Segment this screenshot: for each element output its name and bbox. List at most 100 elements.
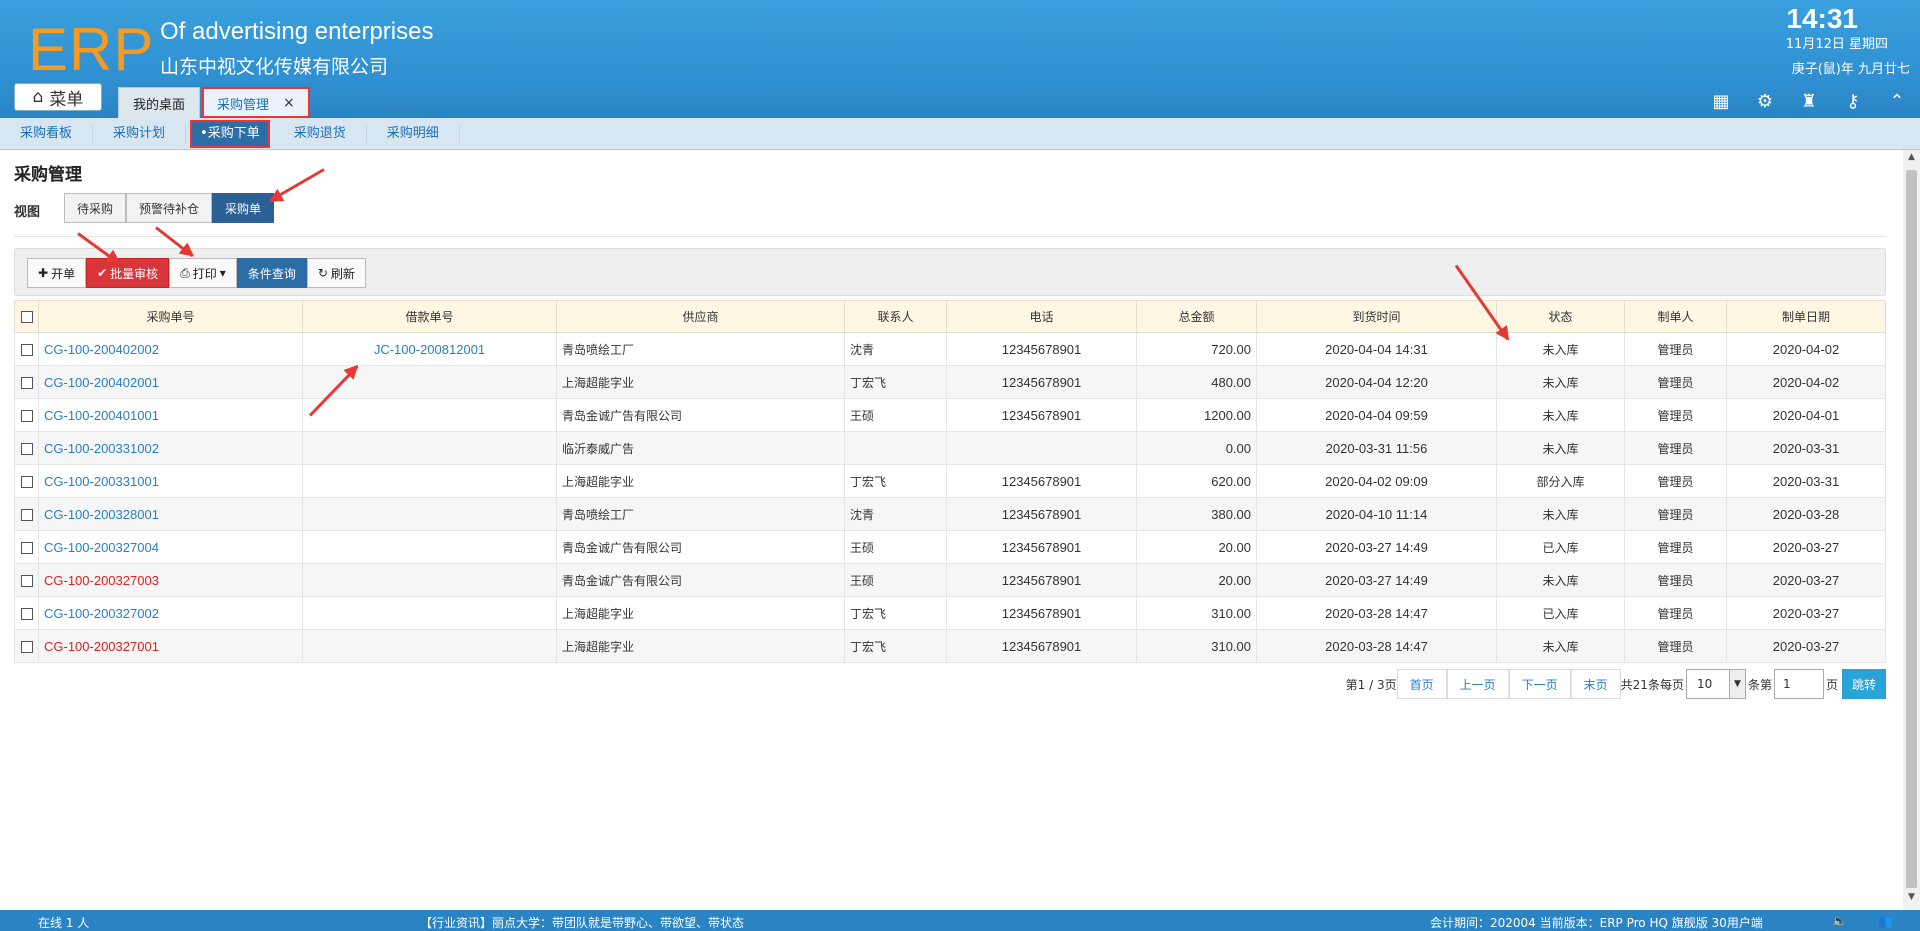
subnav-purchase-plan[interactable]: 采购计划 [93,124,187,143]
row-checkbox[interactable] [20,377,33,390]
table-row[interactable]: CG-100-200327002 上海超能字业 丁宏飞 12345678901 310.… [14,596,1886,630]
page-size-select[interactable]: 10 ▼ [1685,669,1746,699]
loan-no-link[interactable] [302,596,557,630]
col-phone[interactable]: 电话 [946,300,1137,333]
row-checkbox[interactable] [20,476,33,489]
tab-label: 采购管理 [217,97,270,113]
table-row[interactable]: CG-100-200327003 青岛金诚广告有限公司 王硕 12345678901 2… [14,563,1886,597]
row-checkbox[interactable] [20,575,33,588]
table-row[interactable]: CG-100-200402001 上海超能字业 丁宏飞 12345678901 480.… [14,365,1886,399]
loan-no-link[interactable] [302,530,557,564]
subnav-purchase-order[interactable]: •采购下单 [190,119,270,148]
loan-no-link[interactable] [302,464,557,498]
order-no-link[interactable]: CG-100-200327001 [38,629,303,663]
col-status[interactable]: 状态 [1496,300,1625,333]
col-create-date[interactable]: 制单日期 [1726,300,1886,333]
apps-grid-icon[interactable]: ▦ [1710,90,1732,112]
table-row[interactable]: CG-100-200327004 青岛金诚广告有限公司 王硕 12345678901 2… [14,530,1886,564]
contact-cell: 丁宏飞 [844,464,947,498]
jump-button[interactable]: 跳转 [1841,669,1886,699]
view-warning-restock[interactable]: 预警待补仓 [126,193,213,223]
shirt-icon[interactable]: ♜ [1798,90,1820,112]
view-pending-purchase[interactable]: 待采购 [64,193,127,223]
gear-icon[interactable]: ⚙ [1754,90,1776,112]
table-row[interactable]: CG-100-200331001 上海超能字业 丁宏飞 12345678901 620.… [14,464,1886,498]
subnav-purchase-detail[interactable]: 采购明细 [367,124,460,143]
next-page-button[interactable]: 下一页 [1508,669,1571,699]
row-checkbox[interactable] [20,509,33,522]
table-row[interactable]: CG-100-200327001 上海超能字业 丁宏飞 12345678901 310.… [14,629,1886,663]
subnav-purchase-return[interactable]: 采购退货 [274,124,367,143]
prev-page-button[interactable]: 上一页 [1446,669,1509,699]
phone-cell: 12345678901 [946,398,1137,432]
menu-button[interactable]: ⌂ 菜单 [14,83,102,111]
order-no-link[interactable]: CG-100-200327003 [38,563,303,597]
col-contact[interactable]: 联系人 [844,300,947,333]
clock-time: 14:31 [1786,3,1858,34]
print-button[interactable]: ⎙ 打印 ▾ [169,258,237,288]
collapse-up-icon[interactable]: ⌃ [1886,90,1908,112]
col-supplier[interactable]: 供应商 [556,300,845,333]
row-checkbox[interactable] [20,344,33,357]
loan-no-link[interactable]: JC-100-200812001 [302,332,557,366]
close-icon[interactable]: × [283,95,295,111]
col-loan-no[interactable]: 借款单号 [302,300,557,333]
tab-purchase-management[interactable]: 采购管理 × [202,87,310,118]
row-checkbox[interactable] [20,608,33,621]
phone-cell [946,431,1137,465]
order-no-link[interactable]: CG-100-200402001 [38,365,303,399]
batch-audit-button[interactable]: ✔ 批量审核 [86,258,170,288]
supplier-cell: 青岛金诚广告有限公司 [556,530,845,564]
key-icon[interactable]: ⚷ [1842,90,1864,112]
table-row[interactable]: CG-100-200401001 青岛金诚广告有限公司 王硕 12345678901 1… [14,398,1886,432]
col-maker[interactable]: 制单人 [1624,300,1727,333]
news-ticker[interactable]: 【行业资讯】丽点大学：带团队就是带野心、带欲望、带状态 [420,914,744,931]
loan-no-link[interactable] [302,431,557,465]
arrival-time-cell: 2020-03-28 14:47 [1256,629,1497,663]
new-order-button[interactable]: ✚ 开单 [27,258,87,288]
loan-no-link[interactable] [302,398,557,432]
arrival-time-cell: 2020-04-10 11:14 [1256,497,1497,531]
page-title: 采购管理 [14,165,82,185]
sub-navigation: 采购看板 采购计划 •采购下单 采购退货 采购明细 [0,118,1920,150]
speaker-icon[interactable]: 🔈 [1832,914,1847,928]
table-row[interactable]: CG-100-200328001 青岛喷绘工厂 沈青 12345678901 380.0… [14,497,1886,531]
scroll-down-icon[interactable]: ▼ [1903,892,1920,908]
order-no-link[interactable]: CG-100-200331002 [38,431,303,465]
select-all-checkbox[interactable] [20,311,33,323]
order-no-link[interactable]: CG-100-200401001 [38,398,303,432]
row-checkbox-cell [14,563,39,597]
row-checkbox[interactable] [20,443,33,456]
order-no-link[interactable]: CG-100-200327002 [38,596,303,630]
page-number-input[interactable]: 1 [1773,669,1824,699]
col-order-no[interactable]: 采购单号 [38,300,303,333]
tab-desktop[interactable]: 我的桌面 [118,87,201,118]
order-no-link[interactable]: CG-100-200402002 [38,332,303,366]
loan-no-link[interactable] [302,497,557,531]
users-icon[interactable]: 👥 [1878,914,1893,928]
loan-no-link[interactable] [302,629,557,663]
scroll-thumb[interactable] [1906,170,1917,888]
first-page-button[interactable]: 首页 [1396,669,1447,699]
phone-cell: 12345678901 [946,563,1137,597]
loan-no-link[interactable] [302,563,557,597]
order-no-link[interactable]: CG-100-200327004 [38,530,303,564]
table-row[interactable]: CG-100-200402002 JC-100-200812001 青岛喷绘工厂 沈青… [14,332,1886,366]
col-amount[interactable]: 总金额 [1136,300,1257,333]
last-page-button[interactable]: 末页 [1570,669,1621,699]
view-purchase-orders[interactable]: 采购单 [212,193,275,223]
row-checkbox[interactable] [20,410,33,423]
table-row[interactable]: CG-100-200331002 临沂泰威广告 0.00 2020-03-31 11:… [14,431,1886,465]
maker-cell: 管理员 [1624,563,1727,597]
order-no-link[interactable]: CG-100-200328001 [38,497,303,531]
scroll-up-icon[interactable]: ▲ [1903,152,1920,168]
subnav-purchase-board[interactable]: 采购看板 [0,124,94,143]
amount-cell: 0.00 [1136,431,1257,465]
vertical-scrollbar[interactable]: ▲ ▼ [1903,150,1920,910]
order-no-link[interactable]: CG-100-200331001 [38,464,303,498]
refresh-button[interactable]: ↻ 刷新 [306,258,366,288]
row-checkbox[interactable] [20,641,33,654]
col-arrival-time[interactable]: 到货时间 [1256,300,1497,333]
row-checkbox[interactable] [20,542,33,555]
conditional-query-button[interactable]: 条件查询 [236,258,307,288]
